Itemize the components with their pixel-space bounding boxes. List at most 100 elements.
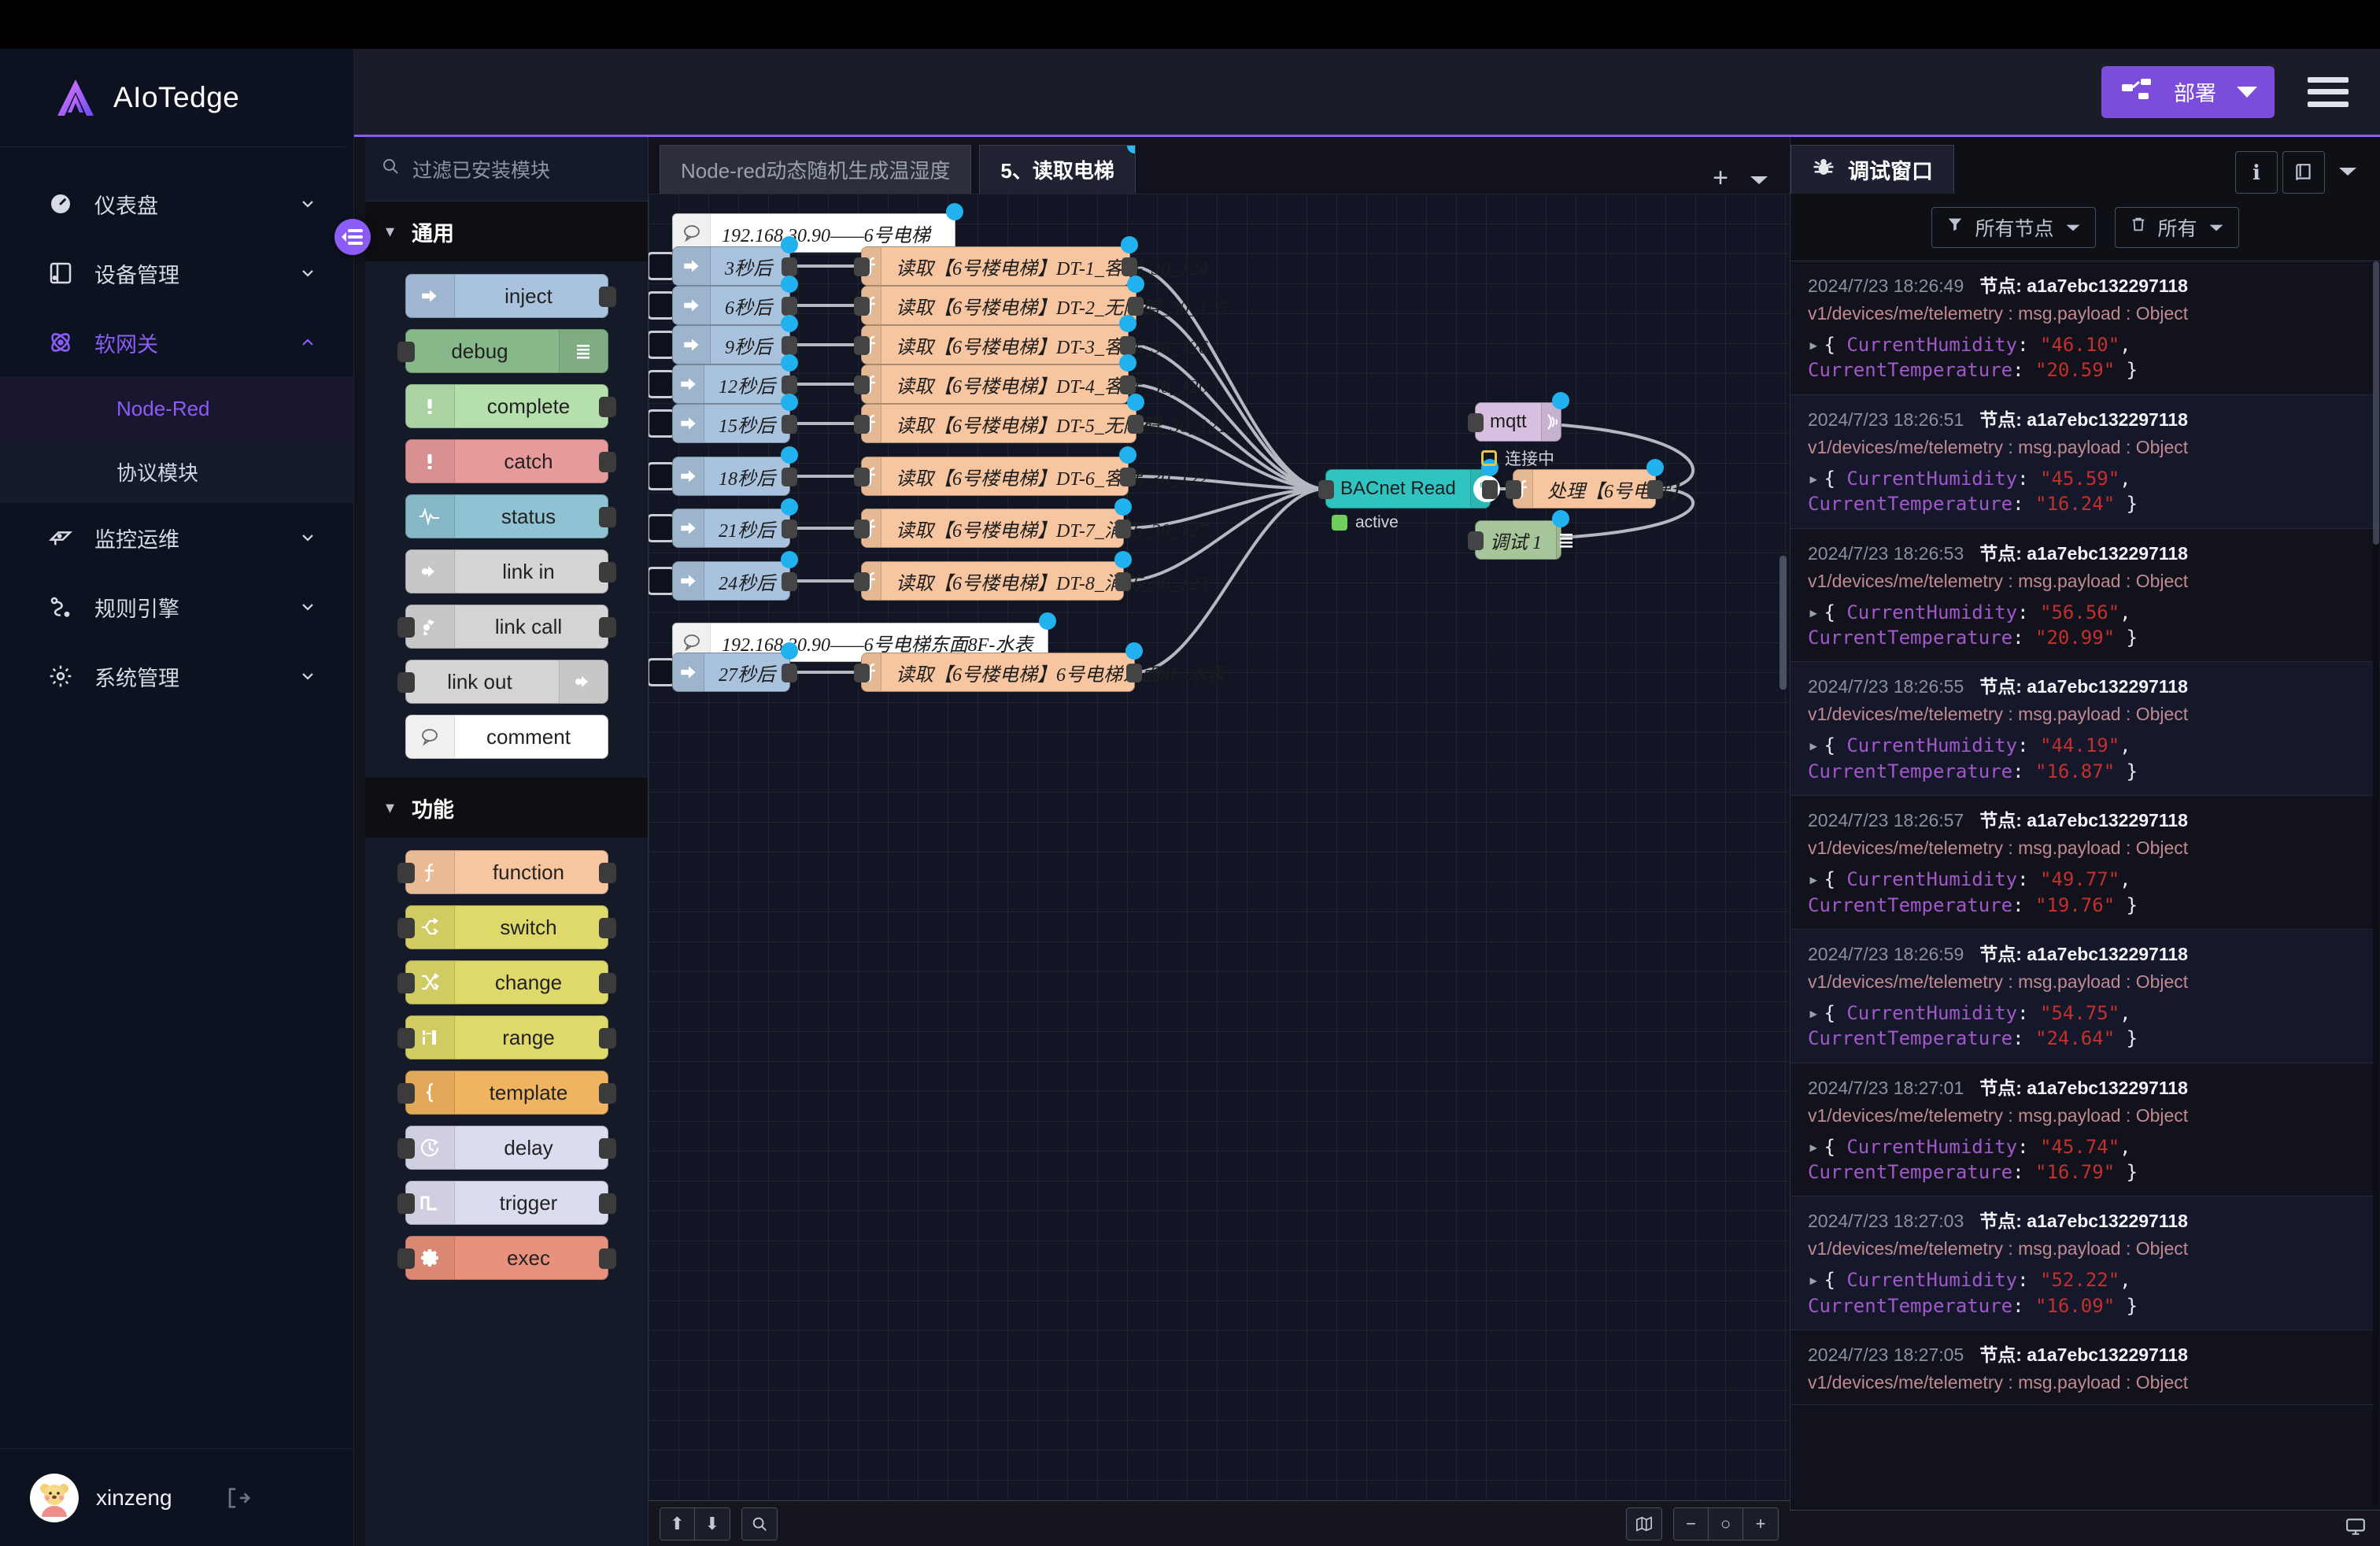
node-output-port[interactable] — [599, 1083, 616, 1104]
node-output-port[interactable] — [782, 257, 797, 276]
node-output-port[interactable] — [1126, 664, 1142, 682]
debug-message[interactable]: 2024/7/23 18:26:55节点: a1a7ebc132297118v1… — [1791, 662, 2380, 796]
debug-message[interactable]: 2024/7/23 18:26:51节点: a1a7ebc132297118v1… — [1791, 395, 2380, 529]
flow-node-function-2[interactable]: 读取【6号楼电梯】DT-3_客梯_30_126 — [861, 325, 1129, 364]
expand-caret-icon[interactable]: ▸ — [1808, 734, 1819, 756]
node-output-port[interactable] — [599, 1138, 616, 1159]
flow-node-function-6[interactable]: 读取【6号楼电梯】DT-7_消防_30_127 — [861, 509, 1124, 548]
inject-trigger-button[interactable] — [649, 409, 675, 438]
inject-trigger-button[interactable] — [649, 252, 675, 280]
node-input-port[interactable] — [397, 973, 415, 993]
expand-caret-icon[interactable]: ▸ — [1808, 1002, 1819, 1024]
flow-tab-active[interactable]: 5、读取电梯 — [979, 145, 1135, 194]
node-output-port[interactable] — [599, 918, 616, 938]
node-input-port[interactable] — [397, 863, 415, 883]
debug-message[interactable]: 2024/7/23 18:26:53节点: a1a7ebc132297118v1… — [1791, 529, 2380, 663]
node-input-port[interactable] — [854, 415, 870, 434]
palette-category-general[interactable]: ▾通用 — [365, 202, 648, 261]
node-input-port[interactable] — [397, 1083, 415, 1104]
node-input-port[interactable] — [1506, 480, 1521, 499]
flow-node-function-3[interactable]: 读取【6号楼电梯】DT-4_客梯_30_120 — [861, 364, 1129, 404]
node-output-port[interactable] — [1647, 480, 1663, 499]
palette-node-exec[interactable]: exec — [405, 1236, 608, 1280]
palette-category-function[interactable]: ▾功能 — [365, 778, 648, 838]
node-output-port[interactable] — [1128, 415, 1144, 434]
node-input-port[interactable] — [854, 375, 870, 394]
collapse-panel-icon[interactable] — [334, 219, 371, 255]
flow-node-inject-8[interactable]: 27秒后 — [672, 653, 790, 692]
node-output-port[interactable] — [782, 468, 797, 486]
node-input-port[interactable] — [397, 1193, 415, 1214]
node-output-port[interactable] — [1122, 257, 1137, 276]
flow-node-function-1[interactable]: 读取【6号楼电梯】DT-2_无障碍_30_125 — [861, 286, 1136, 325]
palette-node-comment[interactable]: comment — [405, 715, 608, 759]
palette-node-debug[interactable]: debug — [405, 329, 608, 373]
info-icon[interactable]: ℹ — [2235, 151, 2278, 194]
node-input-port[interactable] — [1318, 480, 1334, 499]
node-input-port[interactable] — [397, 1248, 415, 1269]
flow-node-function-7[interactable]: 读取【6号楼电梯】DT-8_消防_30_123 — [861, 561, 1124, 601]
node-output-port[interactable] — [599, 287, 616, 307]
node-output-port[interactable] — [599, 397, 616, 417]
sidebar-item-monitoring[interactable]: 监控运维 — [0, 503, 353, 572]
node-output-port[interactable] — [599, 452, 616, 472]
sidebar-item-node-red[interactable]: Node-Red — [0, 377, 353, 440]
expand-caret-icon[interactable]: ▸ — [1808, 468, 1819, 490]
flow-node-function-0[interactable]: 读取【6号楼电梯】DT-1_客梯_30_124 — [861, 246, 1130, 286]
flow-node-bacnet-read[interactable]: BACnetBACnet Read — [1325, 469, 1491, 509]
sidebar-item-protocol-module[interactable]: 协议模块 — [0, 440, 353, 503]
node-input-port[interactable] — [854, 520, 870, 538]
node-input-port[interactable] — [397, 342, 415, 362]
caret-down-icon[interactable] — [2330, 161, 2366, 183]
node-input-port[interactable] — [854, 257, 870, 276]
zoom-reset-icon[interactable]: ○ — [1709, 1508, 1743, 1540]
node-input-port[interactable] — [854, 468, 870, 486]
palette-node-link-in[interactable]: link in — [405, 549, 608, 594]
sidebar-item-gateway[interactable]: 软网关 — [0, 308, 353, 377]
search-icon[interactable] — [742, 1508, 777, 1540]
canvas-scrollbar[interactable] — [1779, 556, 1787, 690]
debug-payload[interactable]: ▸{ CurrentHumidity: "46.10",CurrentTempe… — [1808, 332, 2363, 383]
debug-message[interactable]: 2024/7/23 18:26:49节点: a1a7ebc132297118v1… — [1791, 261, 2380, 395]
expand-caret-icon[interactable]: ▸ — [1808, 334, 1819, 356]
flow-node-inject-2[interactable]: 9秒后 — [672, 325, 790, 364]
monitor-icon[interactable] — [2344, 1516, 2367, 1540]
flow-node-inject-5[interactable]: 18秒后 — [672, 457, 790, 496]
debug-node-id[interactable]: 节点: a1a7ebc132297118 — [1979, 538, 2188, 565]
book-icon[interactable] — [2282, 151, 2325, 194]
sidebar-item-dashboard[interactable]: 仪表盘 — [0, 169, 353, 239]
debug-message[interactable]: 2024/7/23 18:27:03节点: a1a7ebc132297118v1… — [1791, 1196, 2380, 1330]
flow-node-inject-6[interactable]: 21秒后 — [672, 509, 790, 548]
palette-search[interactable]: 过滤已安装模块 — [365, 137, 648, 202]
inject-trigger-button[interactable] — [649, 462, 675, 490]
palette-node-delay[interactable]: delay — [405, 1126, 608, 1170]
debug-payload[interactable]: ▸{ CurrentHumidity: "54.75",CurrentTempe… — [1808, 1000, 2363, 1052]
expand-caret-icon[interactable]: ▸ — [1808, 1136, 1819, 1158]
sidebar-item-rule-engine[interactable]: 规则引擎 — [0, 572, 353, 642]
node-output-port[interactable] — [782, 520, 797, 538]
debug-message-list[interactable]: 2024/7/23 18:26:49节点: a1a7ebc132297118v1… — [1791, 261, 2380, 1505]
deploy-button[interactable]: 部署 — [2101, 66, 2275, 118]
palette-node-range[interactable]: range — [405, 1015, 608, 1060]
palette-node-catch[interactable]: catch — [405, 439, 608, 483]
chevrons-up-icon[interactable]: ⬆ — [660, 1508, 695, 1540]
node-output-port[interactable] — [1482, 480, 1498, 499]
node-output-port[interactable] — [1128, 297, 1144, 316]
node-output-port[interactable] — [782, 415, 797, 434]
node-input-port[interactable] — [854, 297, 870, 316]
node-output-port[interactable] — [599, 617, 616, 638]
node-input-port[interactable] — [397, 918, 415, 938]
expand-caret-icon[interactable]: ▸ — [1808, 601, 1819, 623]
logout-icon[interactable] — [224, 1485, 251, 1511]
palette-node-inject[interactable]: inject — [405, 274, 608, 318]
debug-payload[interactable]: ▸{ CurrentHumidity: "45.74",CurrentTempe… — [1808, 1134, 2363, 1185]
expand-caret-icon[interactable]: ▸ — [1808, 868, 1819, 890]
debug-node-id[interactable]: 节点: a1a7ebc132297118 — [1979, 1073, 2188, 1100]
expand-caret-icon[interactable]: ▸ — [1808, 1269, 1819, 1291]
node-input-port[interactable] — [397, 617, 415, 638]
palette-node-complete[interactable]: complete — [405, 384, 608, 428]
node-output-port[interactable] — [599, 1248, 616, 1269]
debug-payload[interactable]: ▸{ CurrentHumidity: "49.77",CurrentTempe… — [1808, 867, 2363, 918]
node-output-port[interactable] — [599, 973, 616, 993]
node-output-port[interactable] — [599, 863, 616, 883]
